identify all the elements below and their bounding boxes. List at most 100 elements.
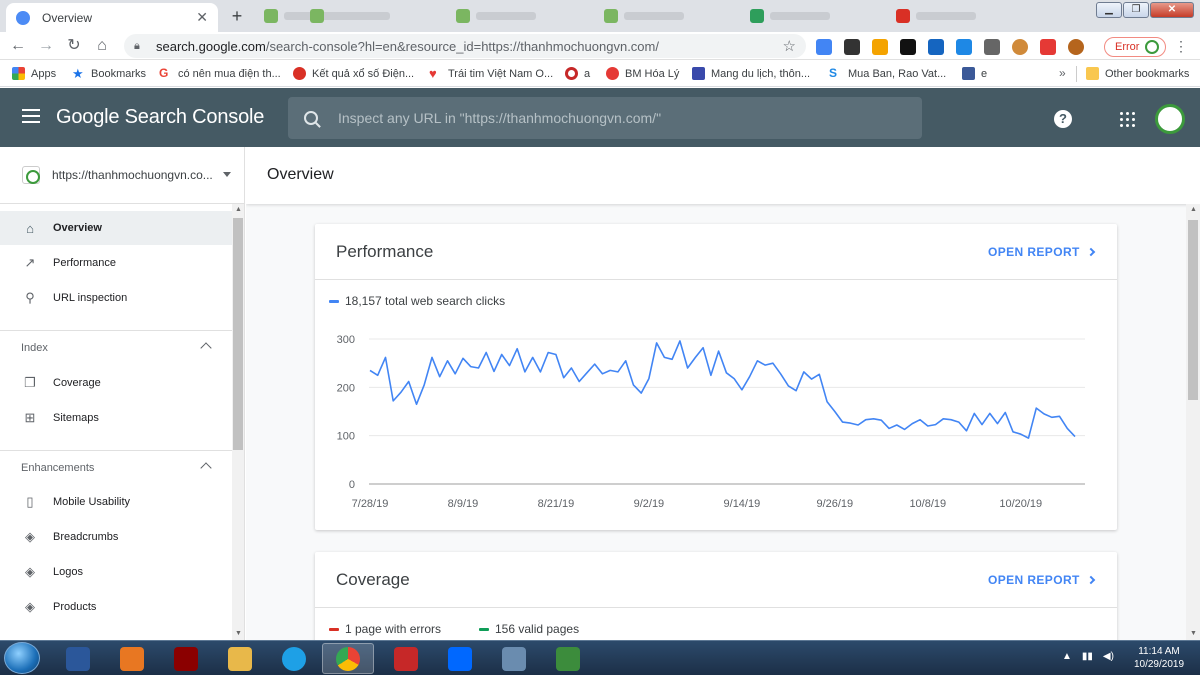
bookmark-item[interactable]: S Mua Ban, Rao Vat... xyxy=(829,67,946,80)
extension-icon[interactable] xyxy=(984,39,1000,55)
sidebar-item-url-inspection[interactable]: ⚲ URL inspection xyxy=(0,281,232,315)
facebook-icon xyxy=(962,67,975,80)
taskbar-word[interactable] xyxy=(52,643,104,674)
scrollbar-thumb[interactable] xyxy=(1188,220,1198,400)
close-tab-icon[interactable]: ✕ xyxy=(196,9,208,26)
network-icon[interactable]: ▮▮ xyxy=(1082,651,1093,662)
open-report-button[interactable]: OPEN REPORT xyxy=(988,573,1095,587)
sidebar-item-breadcrumbs[interactable]: ◈ Breadcrumbs xyxy=(0,520,232,554)
address-bar[interactable]: 🔒︎ search.google.com/search-console?hl=e… xyxy=(124,34,806,58)
taskbar-app[interactable] xyxy=(488,643,540,674)
scroll-up-arrow-icon[interactable]: ▲ xyxy=(235,206,242,213)
close-window-button[interactable]: ✕ xyxy=(1150,2,1194,18)
bookmark-item[interactable]: Mang du lịch, thôn... xyxy=(692,67,810,80)
maximize-button[interactable]: ❐ xyxy=(1123,2,1149,18)
google-g-icon: G xyxy=(159,66,169,80)
coverage-icon: ❐ xyxy=(24,375,36,390)
taskbar-app[interactable] xyxy=(160,643,212,674)
bookmark-item[interactable]: ★ Bookmarks xyxy=(72,67,146,80)
start-button[interactable] xyxy=(4,642,40,674)
other-bookmarks[interactable]: Other bookmarks xyxy=(1086,67,1189,80)
main-scrollbar[interactable]: ▲ ▼ xyxy=(1186,204,1200,640)
home-button[interactable]: ⌂ xyxy=(92,36,112,56)
bookmark-item[interactable]: a xyxy=(565,67,590,80)
sidebar-item-logos[interactable]: ◈ Logos xyxy=(0,555,232,589)
profile-avatar xyxy=(1145,40,1160,54)
bookmark-item[interactable]: BM Hóa Lý xyxy=(606,67,679,80)
sidebar-item-products[interactable]: ◈ Products xyxy=(0,590,232,624)
sidebar-item-label: Coverage xyxy=(53,377,101,389)
section-enhancements[interactable]: Enhancements xyxy=(0,450,232,484)
property-selector[interactable]: https://thanhmochuongvn.co... xyxy=(0,147,244,204)
extension-icon[interactable] xyxy=(872,39,888,55)
taskbar-media[interactable] xyxy=(106,643,158,674)
google-apps-icon[interactable] xyxy=(1120,112,1135,127)
background-tab[interactable] xyxy=(750,8,830,24)
x-tick-label: 8/9/19 xyxy=(448,498,479,510)
tab-overview[interactable]: Overview ✕ xyxy=(6,3,218,32)
taskbar-zalo[interactable] xyxy=(434,643,486,674)
lottery-icon xyxy=(293,67,306,80)
sidebar-item-coverage[interactable]: ❐ Coverage xyxy=(0,366,232,400)
bookmarks-overflow-button[interactable]: » xyxy=(1059,66,1066,80)
volume-icon[interactable]: ◀) xyxy=(1103,651,1114,662)
legend-label: 156 valid pages xyxy=(495,622,580,636)
bookmark-item[interactable]: Apps xyxy=(12,67,56,80)
forward-button[interactable]: → xyxy=(36,36,56,56)
taskbar-app[interactable] xyxy=(542,643,594,674)
bookmark-item[interactable]: e xyxy=(962,67,987,80)
new-tab-button[interactable]: + xyxy=(226,6,248,28)
extension-icon[interactable] xyxy=(900,39,916,55)
reload-button[interactable]: ↻ xyxy=(64,36,84,56)
background-tab[interactable] xyxy=(456,8,536,24)
background-tab[interactable] xyxy=(310,8,390,24)
scrollbar-thumb[interactable] xyxy=(233,218,243,450)
sidebar-item-mobile-usability[interactable]: ▯ Mobile Usability xyxy=(0,485,232,519)
taskbar-chrome[interactable] xyxy=(322,643,374,674)
layers-icon: ◈ xyxy=(25,564,35,579)
minimize-button[interactable]: ▁ xyxy=(1096,2,1122,18)
url-inspect-search[interactable]: Inspect any URL in "https://thanhmochuon… xyxy=(288,97,922,139)
target-icon xyxy=(565,67,578,80)
bookmark-item[interactable]: Kết quả xổ số Điện... xyxy=(293,67,414,80)
back-button[interactable]: ← xyxy=(8,36,28,56)
sidebar-item-label: Overview xyxy=(53,222,102,234)
browser-menu-icon[interactable]: ⋮ xyxy=(1174,38,1188,55)
taskbar-clock[interactable]: 11:14 AM 10/29/2019 xyxy=(1126,645,1192,671)
extension-icon[interactable] xyxy=(928,39,944,55)
sidebar-item-sitemaps[interactable]: ⊞ Sitemaps xyxy=(0,401,232,435)
sidebar-item-overview[interactable]: ⌂ Overview xyxy=(0,211,232,245)
cookie-extension-icon[interactable] xyxy=(1012,39,1028,55)
translate-extension-icon[interactable] xyxy=(816,39,832,55)
taskbar-explorer[interactable] xyxy=(214,643,266,674)
bookmarks-divider xyxy=(1076,66,1077,82)
bookmark-item[interactable]: ♥ Trái tim Việt Nam O... xyxy=(429,67,553,80)
x-tick-label: 10/8/19 xyxy=(909,498,946,510)
background-tab[interactable] xyxy=(896,8,976,24)
bookmark-item[interactable]: Gcó nên mua điện th... xyxy=(159,67,281,80)
taskbar-ie[interactable] xyxy=(268,643,320,674)
extension-icon[interactable] xyxy=(844,39,860,55)
menu-icon[interactable] xyxy=(22,109,40,123)
legend-swatch xyxy=(329,627,339,631)
chevron-right-icon xyxy=(1086,575,1095,585)
sidebar-item-performance[interactable]: ↗ Performance xyxy=(0,246,232,280)
bookmark-star-icon[interactable]: ☆ xyxy=(783,37,796,55)
extension-icon[interactable] xyxy=(1040,39,1056,55)
bookmark-label: Trái tim Việt Nam O... xyxy=(448,67,554,80)
account-avatar[interactable] xyxy=(1155,104,1185,134)
cookie-extension-icon[interactable] xyxy=(1068,39,1084,55)
scroll-down-arrow-icon[interactable]: ▼ xyxy=(235,630,242,637)
help-icon[interactable]: ? xyxy=(1054,110,1072,128)
show-hidden-icons-icon[interactable]: ▲ xyxy=(1062,651,1072,662)
heart-icon: ♥ xyxy=(429,66,437,81)
scroll-up-arrow-icon[interactable]: ▲ xyxy=(1190,206,1197,213)
taskbar-garena[interactable] xyxy=(380,643,432,674)
profile-error-button[interactable]: Error xyxy=(1104,37,1166,57)
scroll-down-arrow-icon[interactable]: ▼ xyxy=(1190,630,1197,637)
sidebar-scrollbar[interactable]: ▲ ▼ xyxy=(232,204,244,640)
x-tick-label: 8/21/19 xyxy=(538,498,575,510)
section-index[interactable]: Index xyxy=(0,330,232,364)
background-tab[interactable] xyxy=(604,8,684,24)
extension-icon[interactable] xyxy=(956,39,972,55)
